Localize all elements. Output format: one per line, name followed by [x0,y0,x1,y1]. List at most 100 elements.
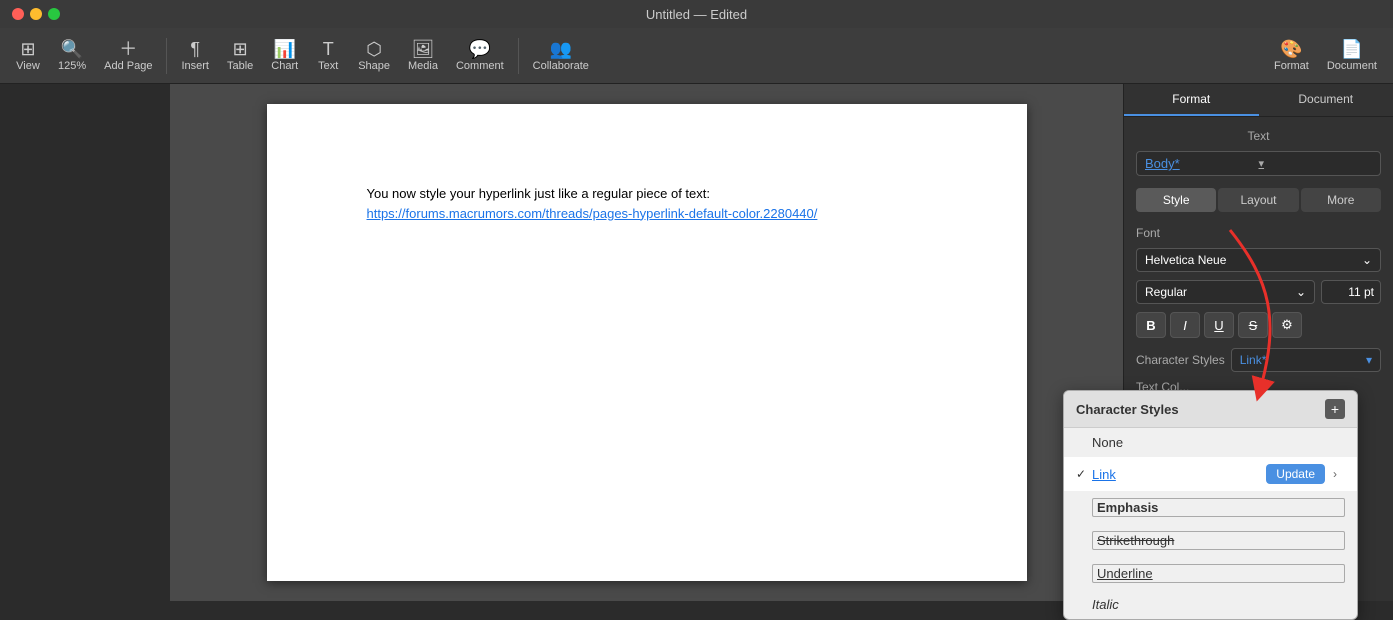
text-label: Text [318,60,338,72]
format-button[interactable]: 🎨 Format [1266,36,1317,76]
collaborate-icon: 👥 [550,40,572,58]
close-button[interactable] [12,8,24,20]
item-label-underline: Underline [1092,564,1345,583]
text-icon: T [323,40,334,58]
style-buttons-row: B I U S ⚙ [1136,312,1381,338]
document-button[interactable]: 📄 Document [1319,36,1385,76]
chart-label: Chart [271,60,298,72]
media-label: Media [408,60,438,72]
window-title: Untitled — Edited [646,7,747,22]
item-label-italic: Italic [1092,597,1345,612]
media-icon: 🖼 [412,40,435,58]
update-button[interactable]: Update [1266,464,1325,484]
add-page-button[interactable]: ＋ Add Page [96,36,160,76]
font-size-input[interactable]: 11 pt [1321,280,1381,304]
zoom-button[interactable]: 🔍 125% [50,36,94,76]
chart-button[interactable]: 📊 Chart [263,36,306,76]
item-label-strikethrough: Strikethrough [1092,531,1345,550]
popup-item-strikethrough[interactable]: Strikethrough [1064,524,1357,557]
document-text: You now style your hyperlink just like a… [367,184,927,223]
chevron-down-icon: ⌄ [1362,253,1372,267]
sub-tab-layout[interactable]: Layout [1218,188,1298,212]
char-styles-value: Link* [1240,353,1267,367]
arrow-right-icon[interactable]: › [1325,464,1345,484]
table-button[interactable]: ⊞ Table [219,36,261,76]
font-size-value: 11 pt [1348,285,1374,299]
italic-icon: I [1183,318,1187,333]
popup-item-link[interactable]: ✓ Link Update › [1064,457,1357,491]
sub-tab-more[interactable]: More [1301,188,1381,212]
shape-label: Shape [358,60,390,72]
font-select-row: Helvetica Neue ⌄ [1136,248,1381,272]
document-icon: 📄 [1341,40,1363,58]
add-style-button[interactable]: + [1325,399,1345,419]
toolbar-separator-2 [518,38,519,74]
char-styles-popup: Character Styles + None ✓ Link Update › … [1063,390,1358,620]
insert-icon: ¶ [190,40,200,58]
chevron-down-icon: ▾ [1259,157,1373,170]
sub-tabs: Style Layout More [1136,188,1381,212]
shape-icon: ⬡ [366,40,382,58]
bold-icon: B [1146,318,1155,333]
char-styles-label: Character Styles [1136,353,1225,367]
chevron-down-icon: ▾ [1366,353,1372,367]
font-section-label: Font [1136,226,1381,240]
bold-button[interactable]: B [1136,312,1166,338]
document-label: Document [1327,60,1377,72]
shape-button[interactable]: ⬡ Shape [350,36,398,76]
comment-icon: 💬 [469,40,491,58]
add-page-label: Add Page [104,60,152,72]
popup-item-italic[interactable]: Italic [1064,590,1357,619]
italic-button[interactable]: I [1170,312,1200,338]
popup-item-underline[interactable]: Underline [1064,557,1357,590]
underline-button[interactable]: U [1204,312,1234,338]
item-label-none: None [1092,435,1345,450]
popup-item-emphasis[interactable]: Emphasis [1064,491,1357,524]
table-icon: ⊞ [233,40,248,58]
media-button[interactable]: 🖼 Media [400,36,446,76]
view-icon: ⊞ [20,40,35,58]
sub-tab-style[interactable]: Style [1136,188,1216,212]
item-label-emphasis: Emphasis [1092,498,1345,517]
text-button[interactable]: T Text [308,36,348,76]
collaborate-label: Collaborate [533,60,589,72]
strikethrough-button[interactable]: S [1238,312,1268,338]
view-button[interactable]: ⊞ View [8,36,48,76]
fullscreen-button[interactable] [48,8,60,20]
comment-button[interactable]: 💬 Comment [448,36,512,76]
traffic-lights[interactable] [12,8,60,20]
document-page: You now style your hyperlink just like a… [267,104,1027,581]
toolbar-right: 🎨 Format 📄 Document [1266,36,1385,76]
font-name-select[interactable]: Helvetica Neue ⌄ [1136,248,1381,272]
doc-link[interactable]: https://forums.macrumors.com/threads/pag… [367,206,818,221]
zoom-label: 125% [58,60,86,72]
style-dropdown-value: Body* [1145,156,1259,171]
plus-icon: + [1331,401,1339,417]
format-icon: 🎨 [1280,40,1302,58]
minimize-button[interactable] [30,8,42,20]
font-style-row: Regular ⌄ 11 pt [1136,280,1381,304]
popup-header: Character Styles + [1064,391,1357,428]
font-name-value: Helvetica Neue [1145,253,1226,267]
comment-label: Comment [456,60,504,72]
title-bar: Untitled — Edited [0,0,1393,28]
underline-icon: U [1214,318,1223,333]
check-icon: ✓ [1076,467,1092,481]
more-styles-button[interactable]: ⚙ [1272,312,1302,338]
insert-button[interactable]: ¶ Insert [173,36,217,76]
panel-tabs: Format Document [1124,84,1393,117]
format-label: Format [1274,60,1309,72]
style-dropdown[interactable]: Body* ▾ [1136,151,1381,176]
collaborate-button[interactable]: 👥 Collaborate [525,36,597,76]
char-styles-row: Character Styles Link* ▾ [1136,348,1381,372]
doc-text-before: You now style your hyperlink just like a… [367,186,710,201]
font-style-value: Regular [1145,285,1187,299]
tab-format[interactable]: Format [1124,84,1259,116]
popup-item-none[interactable]: None [1064,428,1357,457]
left-sidebar [0,84,170,601]
toolbar: ⊞ View 🔍 125% ＋ Add Page ¶ Insert ⊞ Tabl… [0,28,1393,84]
char-styles-select[interactable]: Link* ▾ [1231,348,1381,372]
font-style-select[interactable]: Regular ⌄ [1136,280,1315,304]
chevron-down-icon: ⌄ [1296,285,1306,299]
tab-document[interactable]: Document [1259,84,1393,116]
